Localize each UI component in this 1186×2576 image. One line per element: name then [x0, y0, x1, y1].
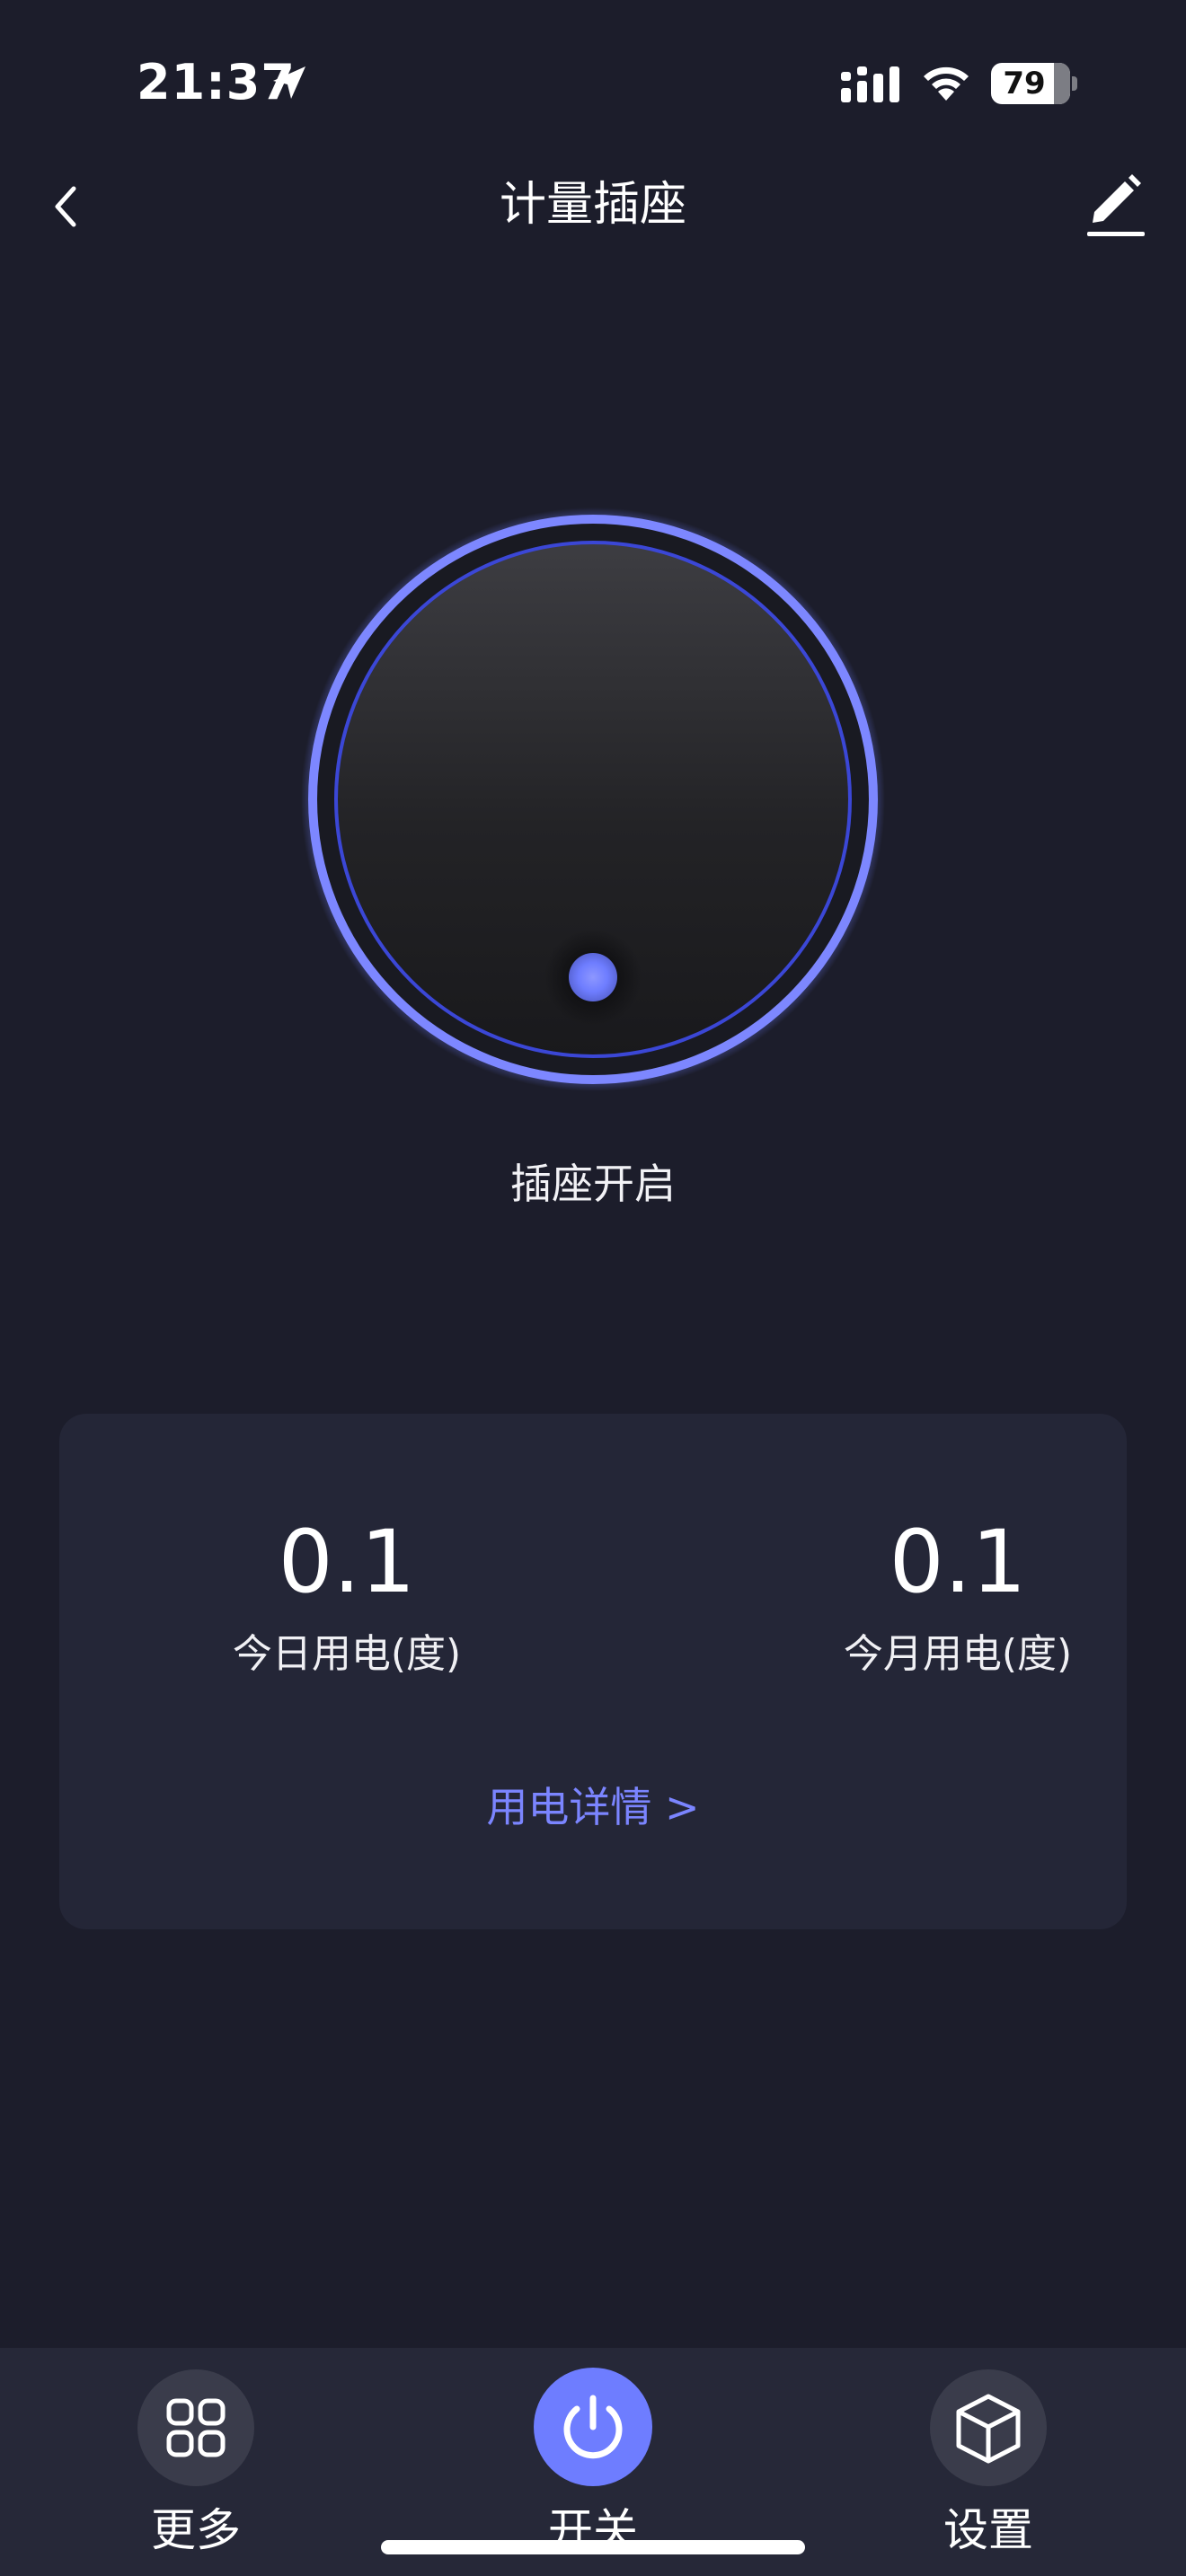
home-indicator[interactable]	[381, 2540, 805, 2554]
month-usage-value: 0.1	[889, 1512, 1027, 1612]
chevron-left-icon[interactable]	[47, 176, 86, 237]
more-tab-label: 更多	[151, 2504, 241, 2556]
device-screen: 21:37 79 计量插座 插座开启 0.1 今日用电(度) 0.1 今月用电(…	[0, 0, 1186, 2576]
battery-icon: 79	[991, 63, 1070, 104]
today-usage-value: 0.1	[278, 1512, 416, 1612]
usage-detail-link[interactable]: 用电详情 >	[368, 1778, 818, 1836]
page-title: 计量插座	[499, 178, 686, 232]
pencil-edit-icon[interactable]	[1084, 169, 1148, 241]
wifi-icon	[924, 66, 969, 101]
battery-nub	[1072, 76, 1077, 91]
power-tab-button[interactable]	[534, 2368, 652, 2486]
settings-tab-button[interactable]	[930, 2369, 1047, 2486]
grid-icon	[166, 2398, 226, 2457]
cellular-signal-icon	[841, 66, 899, 102]
settings-tab-label: 设置	[943, 2504, 1033, 2556]
location-arrow-icon	[273, 66, 305, 99]
month-usage-label: 今月用电(度)	[843, 1631, 1073, 1677]
battery-percent: 79	[1003, 66, 1046, 101]
power-icon	[563, 2395, 623, 2459]
power-knob[interactable]	[301, 507, 885, 1091]
cube-icon	[956, 2394, 1021, 2464]
more-tab-button[interactable]	[137, 2369, 254, 2486]
today-usage-label: 今日用电(度)	[232, 1631, 462, 1677]
usage-card: 0.1 今日用电(度) 0.1 今月用电(度) 用电详情 >	[59, 1414, 1127, 1929]
power-knob-graphic	[301, 507, 885, 1091]
power-state-text: 插座开启	[510, 1160, 676, 1208]
status-bar: 21:37 79	[0, 0, 1186, 171]
